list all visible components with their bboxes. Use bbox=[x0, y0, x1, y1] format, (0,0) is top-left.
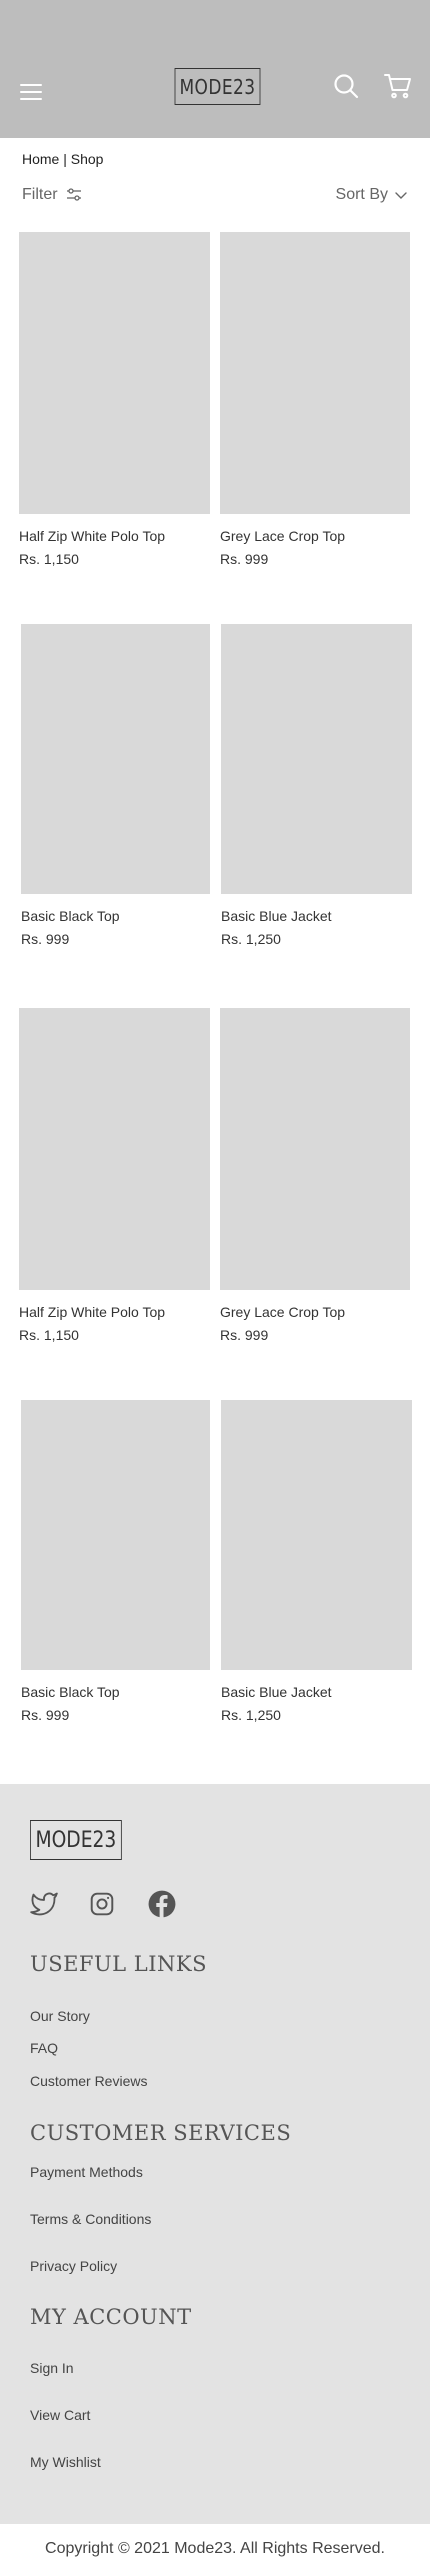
product-card[interactable]: Basic Blue Jacket Rs. 1,250 bbox=[221, 1400, 412, 1723]
footer-link-my-wishlist[interactable]: My Wishlist bbox=[30, 2454, 101, 2470]
instagram-icon[interactable] bbox=[89, 1891, 115, 1917]
product-price: Rs. 1,150 bbox=[19, 551, 79, 567]
product-card[interactable]: Grey Lace Crop Top Rs. 999 bbox=[220, 232, 410, 567]
search-icon[interactable] bbox=[333, 73, 359, 99]
product-image[interactable] bbox=[21, 1400, 210, 1670]
product-name[interactable]: Grey Lace Crop Top bbox=[220, 1304, 410, 1320]
sort-by-button[interactable]: Sort By bbox=[336, 186, 408, 204]
product-image[interactable] bbox=[19, 232, 210, 514]
site-footer: MODE23 USEFUL LINKS Our Story FAQ Custom… bbox=[0, 1784, 430, 2524]
copyright-bar: Copyright © 2021 Mode23. All Rights Rese… bbox=[0, 2524, 430, 2574]
hamburger-menu-icon[interactable] bbox=[20, 84, 42, 100]
product-card[interactable]: Half Zip White Polo Top Rs. 1,150 bbox=[19, 1008, 210, 1343]
product-card[interactable]: Grey Lace Crop Top Rs. 999 bbox=[220, 1008, 410, 1343]
product-name[interactable]: Basic Blue Jacket bbox=[221, 908, 412, 924]
product-price: Rs. 1,150 bbox=[19, 1327, 79, 1343]
product-price: Rs. 999 bbox=[21, 1707, 70, 1723]
product-name[interactable]: Basic Blue Jacket bbox=[221, 1684, 412, 1700]
filter-sort-bar: Filter Sort By bbox=[0, 186, 430, 210]
product-card[interactable]: Basic Black Top Rs. 999 bbox=[21, 624, 210, 947]
my-account-heading: MY ACCOUNT bbox=[30, 2305, 192, 2329]
facebook-icon[interactable] bbox=[148, 1890, 176, 1918]
filter-button[interactable]: Filter bbox=[22, 186, 82, 204]
brand-logo[interactable]: MODE23 bbox=[174, 68, 261, 105]
product-price: Rs. 999 bbox=[220, 1327, 269, 1343]
sliders-icon bbox=[66, 188, 81, 201]
footer-link-privacy-policy[interactable]: Privacy Policy bbox=[30, 2258, 117, 2274]
footer-link-our-story[interactable]: Our Story bbox=[30, 2008, 90, 2024]
footer-link-view-cart[interactable]: View Cart bbox=[30, 2407, 90, 2423]
product-name[interactable]: Grey Lace Crop Top bbox=[220, 528, 410, 544]
sort-label: Sort By bbox=[335, 186, 388, 203]
product-image[interactable] bbox=[19, 1008, 210, 1290]
product-image[interactable] bbox=[221, 624, 412, 894]
product-card[interactable]: Half Zip White Polo Top Rs. 1,150 bbox=[19, 232, 210, 567]
site-header: MODE23 bbox=[0, 0, 430, 138]
customer-services-heading: CUSTOMER SERVICES bbox=[30, 2121, 292, 2145]
copyright-text: Copyright © 2021 Mode23. All Rights Rese… bbox=[45, 2540, 385, 2557]
twitter-icon[interactable] bbox=[30, 1890, 58, 1918]
product-price: Rs. 1,250 bbox=[221, 931, 281, 947]
product-image[interactable] bbox=[220, 232, 410, 514]
product-name[interactable]: Half Zip White Polo Top bbox=[19, 528, 210, 544]
filter-label: Filter bbox=[22, 186, 58, 203]
chevron-down-icon bbox=[395, 192, 407, 199]
footer-link-faq[interactable]: FAQ bbox=[30, 2040, 58, 2056]
product-image[interactable] bbox=[221, 1400, 412, 1670]
product-price: Rs. 1,250 bbox=[221, 1707, 281, 1723]
footer-link-customer-reviews[interactable]: Customer Reviews bbox=[30, 2073, 147, 2089]
product-image[interactable] bbox=[21, 624, 210, 894]
breadcrumb[interactable]: Home | Shop bbox=[22, 151, 103, 167]
useful-links-heading: USEFUL LINKS bbox=[30, 1952, 207, 1976]
product-price: Rs. 999 bbox=[220, 551, 269, 567]
product-card[interactable]: Basic Blue Jacket Rs. 1,250 bbox=[221, 624, 412, 947]
product-image[interactable] bbox=[220, 1008, 410, 1290]
product-name[interactable]: Basic Black Top bbox=[21, 1684, 210, 1700]
product-card[interactable]: Basic Black Top Rs. 999 bbox=[21, 1400, 210, 1723]
footer-link-payment-methods[interactable]: Payment Methods bbox=[30, 2164, 143, 2180]
footer-link-terms-conditions[interactable]: Terms & Conditions bbox=[30, 2211, 151, 2227]
product-name[interactable]: Half Zip White Polo Top bbox=[19, 1304, 210, 1320]
footer-brand-logo[interactable]: MODE23 bbox=[30, 1820, 122, 1860]
footer-link-sign-in[interactable]: Sign In bbox=[30, 2360, 74, 2376]
cart-icon[interactable] bbox=[384, 72, 412, 100]
product-price: Rs. 999 bbox=[21, 931, 70, 947]
product-name[interactable]: Basic Black Top bbox=[21, 908, 210, 924]
